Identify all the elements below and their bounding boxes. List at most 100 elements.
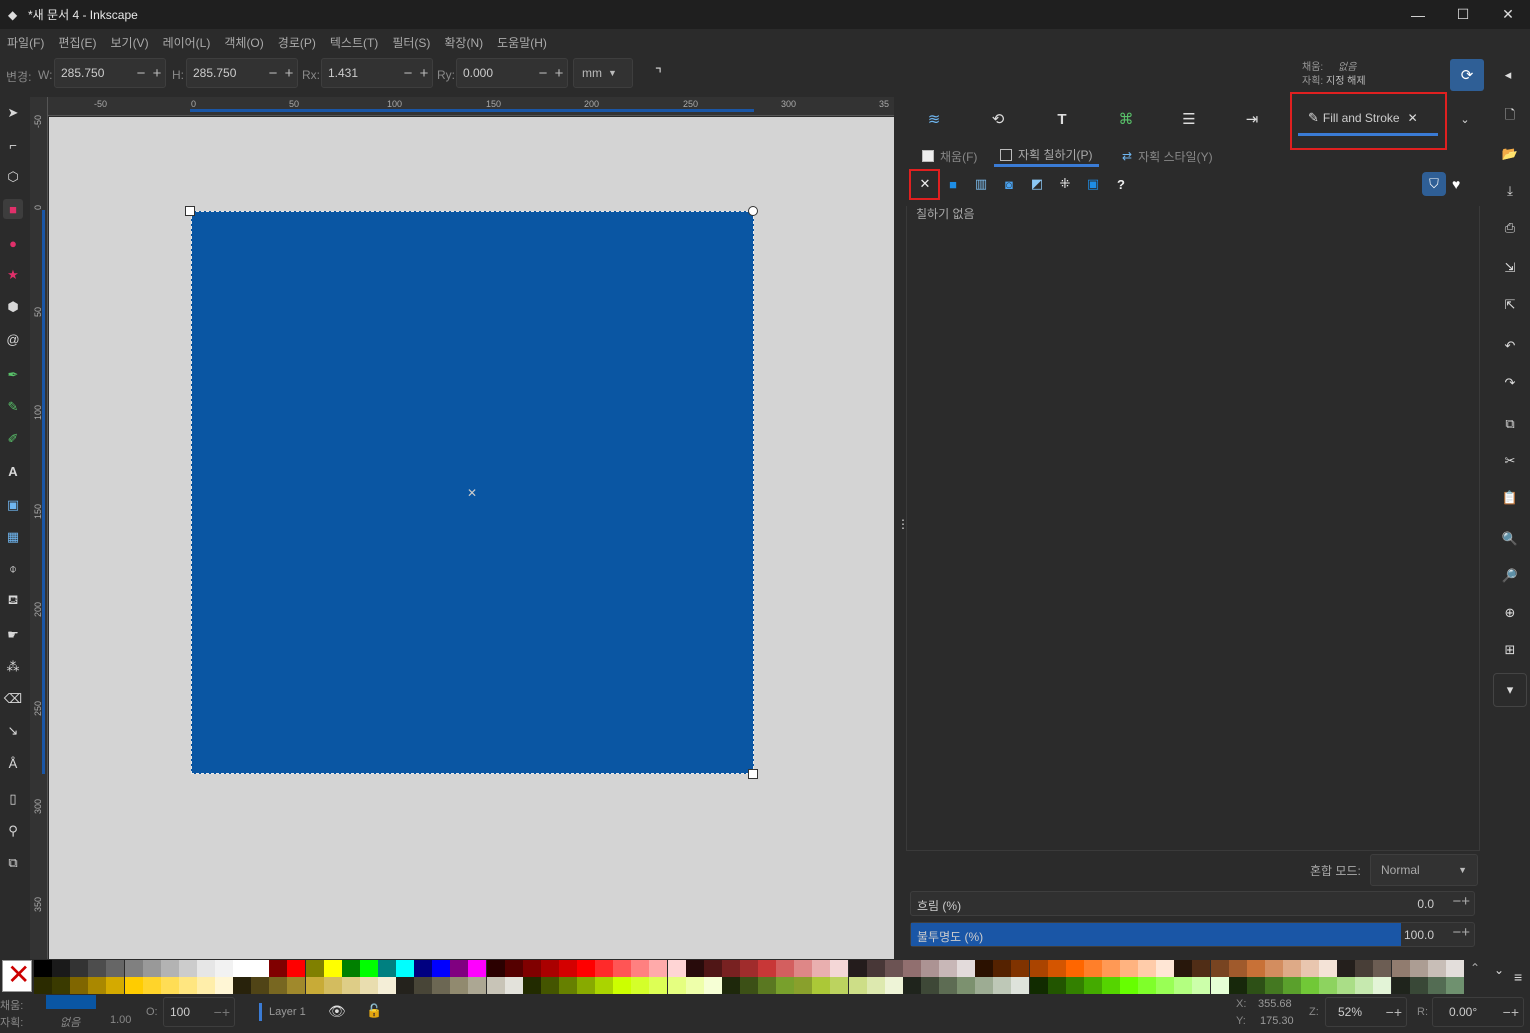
- selector-tool-icon[interactable]: ➤: [3, 103, 23, 123]
- palette-swatch[interactable]: [830, 960, 849, 977]
- menu-file[interactable]: 파일(F): [0, 34, 51, 51]
- circle-tool-icon[interactable]: ●: [3, 233, 23, 253]
- palette-swatch[interactable]: [269, 960, 288, 977]
- blur-slider[interactable]: 흐림 (%) 0.0 −+: [910, 891, 1475, 916]
- blend-mode-dropdown[interactable]: Normal ▼: [1370, 854, 1478, 886]
- palette-swatch[interactable]: [1409, 960, 1428, 977]
- height-increment-button[interactable]: +: [281, 65, 297, 82]
- palette-swatch[interactable]: [1011, 977, 1030, 994]
- palette-swatch[interactable]: [1391, 977, 1410, 994]
- palette-swatch[interactable]: [1156, 977, 1175, 994]
- palette-swatch[interactable]: [1427, 960, 1446, 977]
- unset-paint-icon[interactable]: ?: [1112, 175, 1130, 193]
- rotate-stepper[interactable]: −+: [1503, 1004, 1523, 1020]
- palette-swatch[interactable]: [1282, 960, 1301, 977]
- palette-swatch[interactable]: [776, 977, 795, 994]
- tab-fill[interactable]: 채움(F): [922, 145, 977, 167]
- snap-toggle-icon[interactable]: ⟳: [1450, 59, 1484, 91]
- palette-swatch[interactable]: [1047, 977, 1066, 994]
- swatch-icon[interactable]: ▣: [1084, 175, 1102, 193]
- palette-swatch[interactable]: [540, 977, 559, 994]
- menu-help[interactable]: 도움말(H): [490, 34, 554, 51]
- palette-swatch[interactable]: [251, 977, 270, 994]
- palette-menu-icon[interactable]: ≡: [1514, 969, 1522, 985]
- opacity-stepper[interactable]: −+: [1452, 924, 1470, 941]
- palette-swatch[interactable]: [522, 977, 541, 994]
- palette-swatch[interactable]: [703, 977, 722, 994]
- opacity-value[interactable]: 100.0: [1404, 928, 1434, 942]
- palette-swatch[interactable]: [34, 960, 52, 977]
- palette-swatch[interactable]: [70, 977, 89, 994]
- palette-swatch[interactable]: [196, 977, 215, 994]
- flat-color-icon[interactable]: ■: [944, 175, 962, 193]
- status-fill-swatch[interactable]: [46, 995, 96, 1009]
- save-icon[interactable]: ⤓: [1500, 181, 1520, 201]
- palette-swatch[interactable]: [848, 960, 867, 977]
- palette-swatch[interactable]: [1029, 960, 1048, 977]
- palette-swatch[interactable]: [1065, 977, 1084, 994]
- palette-swatch[interactable]: [1101, 960, 1120, 977]
- open-folder-icon[interactable]: 📂: [1500, 144, 1520, 164]
- rx-value[interactable]: 1.431: [322, 66, 400, 80]
- palette-swatch[interactable]: [215, 977, 233, 994]
- calligraphy-tool-icon[interactable]: ✐: [3, 429, 23, 449]
- palette-swatch[interactable]: [196, 960, 215, 977]
- palette-swatch[interactable]: [323, 977, 342, 994]
- palette-swatch[interactable]: [1011, 960, 1030, 977]
- palette-swatch[interactable]: [993, 977, 1012, 994]
- palette-swatch[interactable]: [504, 977, 523, 994]
- palette-swatch[interactable]: [1138, 977, 1157, 994]
- palette-swatch[interactable]: [269, 977, 288, 994]
- palette-swatch[interactable]: [396, 977, 414, 994]
- palette-swatch[interactable]: [558, 960, 577, 977]
- text-tool-icon[interactable]: A: [3, 461, 23, 481]
- palette-swatch[interactable]: [233, 960, 252, 977]
- palette-swatch[interactable]: [432, 960, 451, 977]
- palette-swatch[interactable]: [721, 977, 740, 994]
- ry-increment-button[interactable]: +: [551, 65, 567, 82]
- rotate-spinbox[interactable]: 0.00° −+: [1432, 997, 1524, 1027]
- palette-swatch[interactable]: [667, 960, 686, 977]
- palette-swatch[interactable]: [1192, 977, 1211, 994]
- palette-swatch[interactable]: [1083, 960, 1102, 977]
- measure-tool-icon[interactable]: Å: [3, 753, 23, 773]
- pages-manager-icon[interactable]: ⧉: [3, 853, 23, 873]
- rotate-value[interactable]: 0.00°: [1433, 1005, 1503, 1019]
- copy-icon[interactable]: ⧉: [1500, 414, 1520, 434]
- rectangle-tool-icon[interactable]: ■: [3, 199, 23, 219]
- palette-swatch[interactable]: [649, 960, 668, 977]
- palette-swatch[interactable]: [1047, 960, 1066, 977]
- palette-swatch[interactable]: [1409, 977, 1428, 994]
- palette-swatch[interactable]: [233, 977, 252, 994]
- import-icon[interactable]: ⇲: [1500, 258, 1520, 278]
- palette-swatch[interactable]: [685, 960, 704, 977]
- palette-swatch[interactable]: [450, 977, 469, 994]
- palette-swatch[interactable]: [1445, 977, 1464, 994]
- palette-swatch[interactable]: [124, 977, 143, 994]
- palette-swatch[interactable]: [160, 960, 179, 977]
- palette-swatch[interactable]: [215, 960, 233, 977]
- palette-swatch[interactable]: [794, 960, 813, 977]
- menu-edit[interactable]: 편집(E): [51, 34, 103, 51]
- pen-tool-icon[interactable]: ✒: [3, 365, 23, 385]
- palette-swatch[interactable]: [341, 977, 360, 994]
- palette-swatch[interactable]: [1210, 960, 1229, 977]
- palette-swatch[interactable]: [468, 977, 487, 994]
- palette-swatch[interactable]: [540, 960, 559, 977]
- width-spinbox[interactable]: 285.750 − +: [54, 58, 166, 88]
- palette-swatch[interactable]: [34, 977, 52, 994]
- palette-swatch[interactable]: [359, 977, 378, 994]
- palette-swatch[interactable]: [613, 960, 632, 977]
- height-value[interactable]: 285.750: [187, 66, 265, 80]
- palette-swatch[interactable]: [106, 960, 125, 977]
- rx-increment-button[interactable]: +: [416, 65, 432, 82]
- palette-swatch[interactable]: [1301, 977, 1319, 994]
- palette-swatch[interactable]: [685, 977, 704, 994]
- fill-rule-nonzero-icon[interactable]: ♥: [1452, 176, 1460, 192]
- palette-swatch[interactable]: [1101, 977, 1120, 994]
- canvas[interactable]: ✕: [49, 117, 894, 959]
- palette-swatch[interactable]: [1192, 960, 1211, 977]
- palette-swatch[interactable]: [1355, 960, 1374, 977]
- tweak-tool-icon[interactable]: ☛: [3, 625, 23, 645]
- palette-swatch[interactable]: [920, 960, 939, 977]
